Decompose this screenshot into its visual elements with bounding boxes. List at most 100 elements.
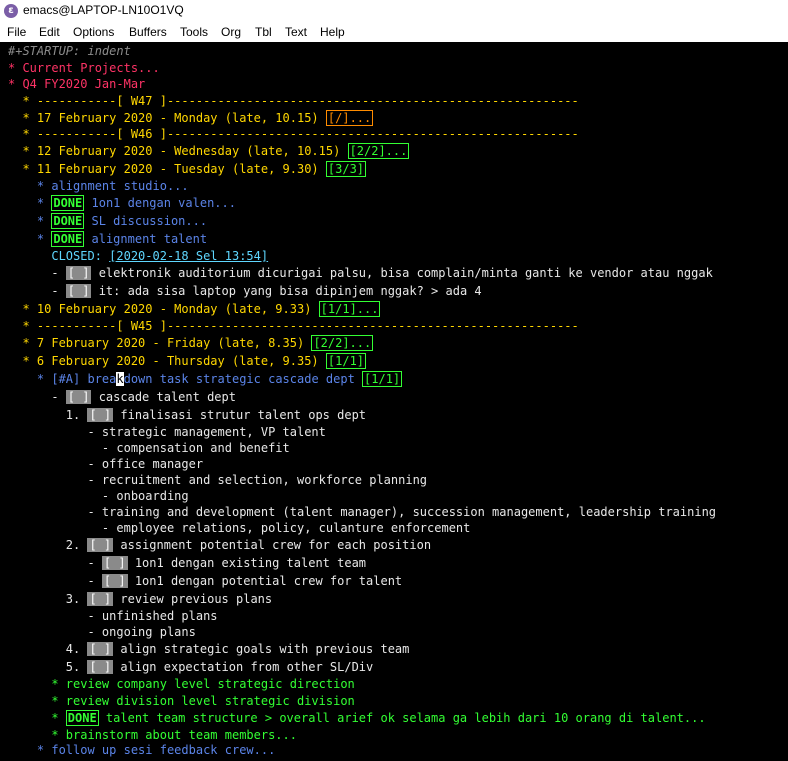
heading-alignment-talent[interactable]: * DONE alignment talent [8, 231, 207, 248]
checkbox[interactable]: [ ] [65, 266, 92, 280]
list-bullet: - [8, 284, 66, 298]
checkbox[interactable]: [ ] [87, 592, 114, 606]
progress-cookie[interactable]: [1/1] [325, 353, 367, 369]
done-keyword: DONE [51, 195, 85, 211]
list-bullet: - [8, 390, 66, 404]
progress-cookie[interactable]: [/]... [325, 110, 374, 126]
list-bullet: - [8, 266, 66, 280]
list-item: - office manager [8, 457, 204, 471]
done-keyword: DONE [51, 231, 85, 247]
heading-text: * 7 February 2020 - Friday (late, 8.35) [8, 336, 312, 350]
bullet: * [8, 711, 66, 725]
item-text: align expectation from other SL/Div [113, 660, 374, 674]
heading-current-projects[interactable]: * Current Projects... [8, 60, 160, 77]
checkbox[interactable]: [ ] [87, 642, 114, 656]
item-text: 1on1 dengan potential crew for talent [127, 574, 403, 588]
bullet: * [8, 214, 52, 228]
heading-alignment-studio[interactable]: * alignment studio... [8, 178, 189, 195]
heading-w47[interactable]: * -----------[ W47 ]--------------------… [8, 93, 578, 110]
heading-11-feb[interactable]: * 11 February 2020 - Tuesday (late, 9.30… [8, 161, 367, 178]
heading-17-feb[interactable]: * 17 February 2020 - Monday (late, 10.15… [8, 110, 374, 127]
checkbox-item: 4. [ ] align strategic goals with previo… [8, 641, 409, 658]
list-number: 5. [8, 660, 88, 674]
menu-edit[interactable]: Edit [39, 25, 60, 39]
item-text: elektronik auditorium dicurigai palsu, b… [91, 266, 713, 280]
heading-breakdown-task[interactable]: * [#A] breakdown task strategic cascade … [8, 371, 403, 388]
heading-1on1-valen[interactable]: * DONE 1on1 dengan valen... [8, 195, 236, 212]
menu-tbl[interactable]: Tbl [255, 25, 272, 39]
done-keyword: DONE [51, 213, 85, 229]
menu-text[interactable]: Text [285, 25, 307, 39]
list-item: - onboarding [8, 489, 189, 503]
checkbox[interactable]: [ ] [101, 556, 128, 570]
org-buffer[interactable]: #+STARTUP: indent * Current Projects... … [0, 42, 788, 761]
heading-talent-team-structure[interactable]: * DONE talent team structure > overall a… [8, 710, 706, 727]
closed-label: CLOSED: [8, 249, 110, 263]
progress-cookie[interactable]: [2/2]... [311, 335, 374, 351]
heading-text: * 11 February 2020 - Tuesday (late, 9.30… [8, 162, 326, 176]
progress-cookie[interactable]: [1/1] [362, 371, 403, 387]
heading-sl-discussion[interactable]: * DONE SL discussion... [8, 213, 207, 230]
heading-w46[interactable]: * -----------[ W46 ]--------------------… [8, 126, 578, 143]
menu-org[interactable]: Org [221, 25, 241, 39]
checkbox[interactable]: [ ] [87, 408, 114, 422]
startup-line: #+STARTUP: indent [8, 44, 131, 58]
checkbox[interactable]: [ ] [65, 284, 92, 298]
heading-q4-fy2020[interactable]: * Q4 FY2020 Jan-Mar [8, 76, 145, 93]
progress-cookie[interactable]: [3/3] [325, 161, 367, 177]
checkbox-item: - [ ] elektronik auditorium dicurigai pa… [8, 265, 713, 282]
heading-text: * [#A] brea [8, 372, 117, 386]
heading-text: * 10 February 2020 - Monday (late, 9.33) [8, 302, 319, 316]
menu-help[interactable]: Help [320, 25, 345, 39]
checkbox-item: - [ ] cascade talent dept [8, 389, 236, 406]
checkbox-item: 1. [ ] finalisasi strutur talent ops dep… [8, 407, 366, 424]
list-item: - ongoing plans [8, 625, 196, 639]
list-number: 2. [8, 538, 88, 552]
heading-review-company[interactable]: * review company level strategic directi… [8, 676, 354, 693]
checkbox[interactable]: [ ] [65, 390, 92, 404]
list-bullet: - [8, 556, 102, 570]
progress-cookie[interactable]: [1/1]... [318, 301, 381, 317]
heading-text: SL discussion... [84, 214, 208, 228]
menu-bar: File Edit Options Buffers Tools Org Tbl … [0, 22, 788, 42]
list-item: - employee relations, policy, culanture … [8, 521, 471, 535]
checkbox-item: - [ ] it: ada sisa laptop yang bisa dipi… [8, 283, 482, 300]
checkbox-item: 3. [ ] review previous plans [8, 591, 272, 608]
heading-10-feb[interactable]: * 10 February 2020 - Monday (late, 9.33)… [8, 301, 381, 318]
item-text: align strategic goals with previous team [113, 642, 410, 656]
list-number: 3. [8, 592, 88, 606]
checkbox-item: - [ ] 1on1 dengan potential crew for tal… [8, 573, 402, 590]
heading-6-feb[interactable]: * 6 February 2020 - Thursday (late, 9.35… [8, 353, 367, 370]
list-item: - recruitment and selection, workforce p… [8, 473, 428, 487]
menu-file[interactable]: File [7, 25, 26, 39]
emacs-app-icon: ε [4, 4, 18, 18]
menu-options[interactable]: Options [73, 25, 114, 39]
heading-12-feb[interactable]: * 12 February 2020 - Wednesday (late, 10… [8, 143, 410, 160]
menu-buffers[interactable]: Buffers [129, 25, 167, 39]
heading-text: talent team structure > overall arief ok… [98, 711, 706, 725]
closed-timestamp[interactable]: [2020-02-18 Sel 13:54] [109, 249, 268, 263]
closed-line: CLOSED: [2020-02-18 Sel 13:54] [8, 248, 268, 265]
heading-review-division[interactable]: * review division level strategic divisi… [8, 693, 354, 710]
checkbox[interactable]: [ ] [101, 574, 128, 588]
heading-7-feb[interactable]: * 7 February 2020 - Friday (late, 8.35) … [8, 335, 374, 352]
list-bullet: - [8, 574, 102, 588]
window-title: emacs@LAPTOP-LN10O1VQ [23, 3, 184, 17]
heading-text: alignment talent [84, 232, 208, 246]
heading-text: * 6 February 2020 - Thursday (late, 9.35… [8, 354, 326, 368]
heading-text: down task strategic cascade dept [123, 372, 363, 386]
menu-tools[interactable]: Tools [180, 25, 208, 39]
list-item: - training and development (talent manag… [8, 505, 717, 519]
item-text: review previous plans [113, 592, 273, 606]
list-item: - strategic management, VP talent [8, 425, 326, 439]
checkbox[interactable]: [ ] [87, 538, 114, 552]
bullet: * [8, 196, 52, 210]
heading-w45[interactable]: * -----------[ W45 ]--------------------… [8, 318, 578, 335]
checkbox-item: 5. [ ] align expectation from other SL/D… [8, 659, 373, 676]
heading-text: 1on1 dengan valen... [84, 196, 236, 210]
progress-cookie[interactable]: [2/2]... [347, 143, 410, 159]
item-text: it: ada sisa laptop yang bisa dipinjem n… [91, 284, 482, 298]
item-text: cascade talent dept [91, 390, 236, 404]
checkbox[interactable]: [ ] [87, 660, 114, 674]
heading-follow-up[interactable]: * follow up sesi feedback crew... [8, 742, 275, 759]
